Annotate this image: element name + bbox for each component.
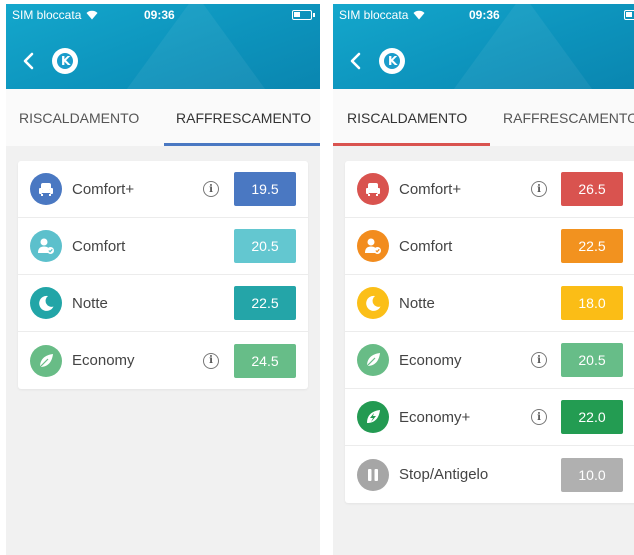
- carrier-text: SIM bloccata: [339, 8, 409, 22]
- pause-icon: [357, 458, 389, 491]
- setpoint-value-button[interactable]: 19.5: [234, 172, 296, 206]
- chevron-left-icon: [350, 52, 361, 70]
- mode-label: Economy: [399, 351, 462, 369]
- tab-label: RISCALDAMENTO: [19, 109, 140, 126]
- tab-raffrescamento[interactable]: RAFFRESCAMENTO: [503, 89, 634, 146]
- mode-tabs: RISCALDAMENTO RAFFRESCAMENTO: [6, 89, 320, 146]
- tab-riscaldamento[interactable]: RISCALDAMENTO: [19, 89, 139, 146]
- tab-raffrescamento[interactable]: RAFFRESCAMENTO: [164, 89, 320, 146]
- armchair-icon: [357, 173, 389, 205]
- mode-tabs: RISCALDAMENTO RAFFRESCAMENTO: [333, 89, 634, 146]
- mode-label: Economy: [72, 352, 135, 369]
- setpoint-value-button[interactable]: 20.5: [234, 229, 296, 263]
- app-header: SIM bloccata 09:36: [333, 4, 634, 89]
- mode-label: Comfort: [72, 237, 126, 255]
- active-tab-indicator: [333, 143, 490, 146]
- tab-riscaldamento[interactable]: RISCALDAMENTO: [333, 89, 490, 146]
- back-button[interactable]: [20, 50, 38, 72]
- setpoint-value-button[interactable]: 18.0: [561, 286, 623, 320]
- list-item[interactable]: Notte 18.0: [345, 275, 634, 332]
- list-item[interactable]: Comfort+ i 26.5: [345, 161, 634, 218]
- armchair-icon: [30, 173, 62, 205]
- person-check-icon: [357, 230, 389, 262]
- person-check-icon: [30, 230, 62, 262]
- status-bar: SIM bloccata 09:36: [6, 4, 320, 26]
- wifi-icon: [413, 10, 425, 20]
- battery-icon: [624, 10, 634, 20]
- leaf-icon: [30, 344, 62, 377]
- list-item[interactable]: Comfort+ i 19.5: [18, 161, 308, 218]
- mode-label: Comfort+: [72, 180, 135, 198]
- info-icon[interactable]: i: [203, 352, 219, 369]
- setpoint-value-button[interactable]: 24.5: [234, 343, 296, 378]
- tab-label: RAFFRESCAMENTO: [503, 109, 634, 126]
- carrier-text: SIM bloccata: [12, 8, 82, 22]
- mode-label: Economy+: [399, 408, 471, 426]
- carrier-group: SIM bloccata: [12, 8, 98, 22]
- list-item[interactable]: Stop/Antigelo 10.0: [345, 446, 634, 503]
- status-time: 09:36: [469, 8, 500, 22]
- info-icon[interactable]: i: [531, 352, 547, 368]
- carrier-group: SIM bloccata: [339, 8, 425, 22]
- moon-icon: [30, 287, 62, 319]
- setpoint-value-button[interactable]: 26.5: [561, 172, 623, 206]
- mode-label: Comfort: [399, 237, 453, 255]
- tab-label: RISCALDAMENTO: [347, 109, 468, 126]
- back-button[interactable]: [347, 50, 365, 72]
- left-phone-screen: SIM bloccata 09:36 RISCALDAMENTO RAFFRES…: [6, 4, 320, 555]
- moon-icon: [357, 287, 389, 319]
- brand-logo-icon: [52, 48, 78, 74]
- list-item[interactable]: Economy i 20.5: [345, 332, 634, 389]
- mode-label: Stop/Antigelo: [399, 466, 489, 483]
- wifi-icon: [86, 10, 98, 20]
- list-item[interactable]: Notte 22.5: [18, 275, 308, 332]
- brand-logo-icon: [379, 48, 405, 74]
- setpoint-value-button[interactable]: 22.5: [234, 286, 296, 320]
- setpoint-value-button[interactable]: 20.5: [561, 343, 623, 377]
- mode-list: Comfort+ i 26.5 Comfort 22.5 Notte 18.0 Economy…: [345, 161, 634, 503]
- right-phone-screen: SIM bloccata 09:36 RISCALDAMENTO RAFFRES…: [333, 4, 634, 555]
- mode-label: Comfort+: [399, 180, 462, 198]
- active-tab-indicator: [164, 143, 320, 146]
- mode-list: Comfort+ i 19.5 Comfort 20.5 Notte 22.5 Economy…: [18, 161, 308, 389]
- mode-label: Notte: [399, 294, 435, 312]
- info-icon[interactable]: i: [203, 181, 219, 197]
- list-item[interactable]: Economy+ i 22.0: [345, 389, 634, 446]
- info-icon[interactable]: i: [531, 409, 547, 425]
- setpoint-value-button[interactable]: 22.5: [561, 229, 623, 263]
- chevron-left-icon: [23, 52, 34, 70]
- list-item[interactable]: Economy i 24.5: [18, 332, 308, 389]
- status-time: 09:36: [144, 8, 175, 22]
- status-bar: SIM bloccata 09:36: [333, 4, 634, 26]
- list-item[interactable]: Comfort 22.5: [345, 218, 634, 275]
- battery-icon: [292, 10, 315, 20]
- setpoint-value-button[interactable]: 10.0: [561, 457, 623, 492]
- app-header: SIM bloccata 09:36: [6, 4, 320, 89]
- setpoint-value-button[interactable]: 22.0: [561, 400, 623, 434]
- leaf-icon: [357, 344, 389, 376]
- list-item[interactable]: Comfort 20.5: [18, 218, 308, 275]
- info-icon[interactable]: i: [531, 181, 547, 197]
- tab-label: RAFFRESCAMENTO: [176, 109, 312, 126]
- mode-label: Notte: [72, 294, 108, 312]
- leaf-bolt-icon: [357, 401, 389, 433]
